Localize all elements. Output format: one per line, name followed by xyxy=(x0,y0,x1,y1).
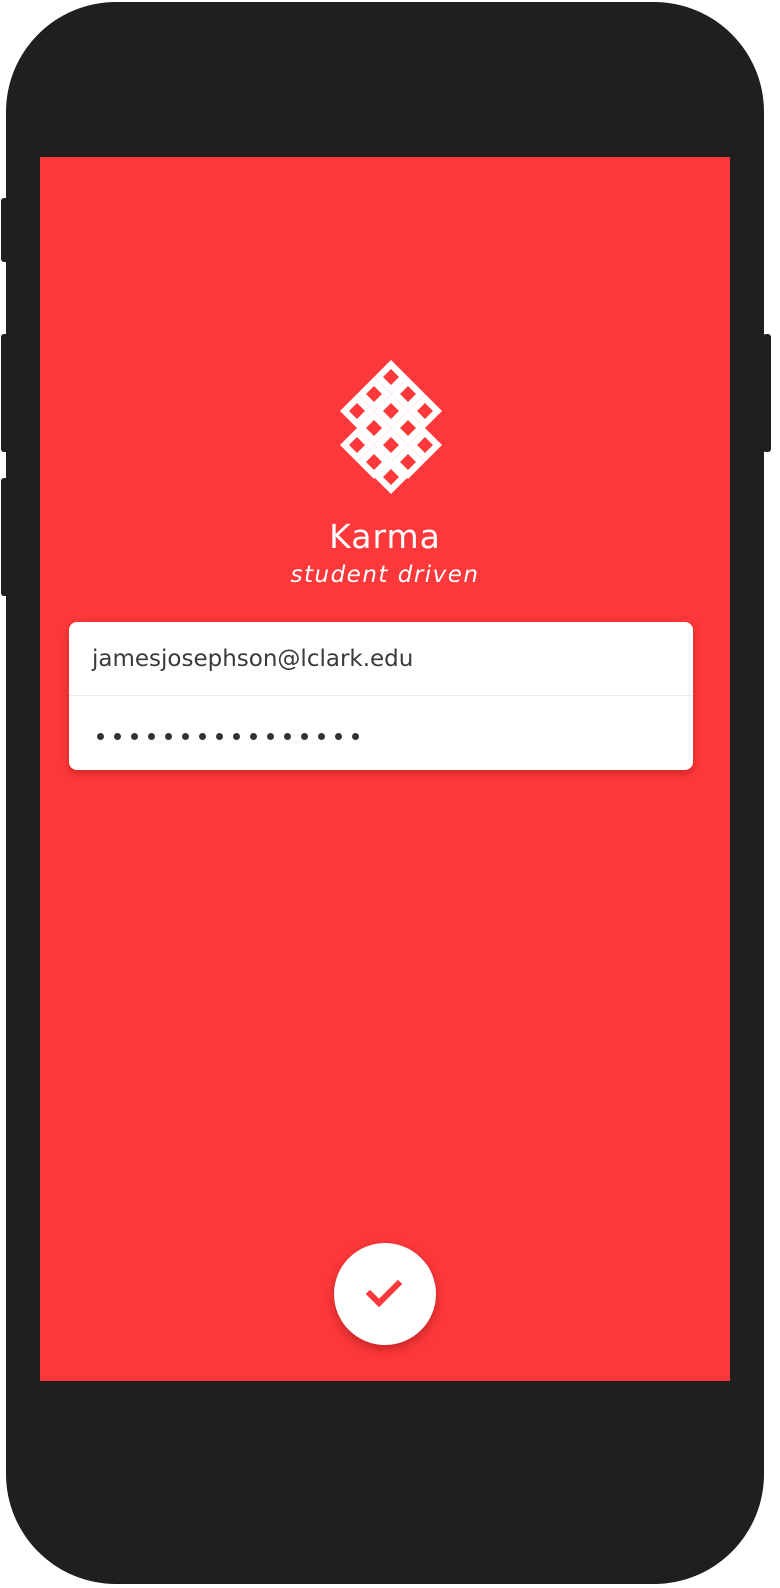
side-button xyxy=(1,334,9,452)
email-field-value: jamesjosephson@lclark.edu xyxy=(92,646,414,672)
password-mask-dot xyxy=(114,733,121,740)
password-mask-dot xyxy=(335,733,342,740)
app-name: Karma xyxy=(329,517,441,556)
checkmark-icon xyxy=(365,1279,403,1308)
password-mask-dot xyxy=(216,733,223,740)
side-button xyxy=(1,198,9,262)
app-tagline: student driven xyxy=(290,562,480,588)
password-mask-dot xyxy=(165,733,172,740)
password-mask-dot xyxy=(352,733,359,740)
password-field[interactable] xyxy=(69,696,693,770)
password-mask xyxy=(92,720,364,746)
email-field[interactable]: jamesjosephson@lclark.edu xyxy=(69,622,693,696)
password-mask-dot xyxy=(182,733,189,740)
password-mask-dot xyxy=(233,733,240,740)
password-mask-dot xyxy=(267,733,274,740)
submit-button[interactable] xyxy=(334,1243,436,1345)
login-screen: Karma student driven jamesjosephson@lcla… xyxy=(40,157,730,1381)
endless-knot-icon xyxy=(340,360,442,494)
password-mask-dot xyxy=(301,733,308,740)
password-mask-dot xyxy=(131,733,138,740)
password-mask-dot xyxy=(97,733,104,740)
password-mask-dot xyxy=(199,733,206,740)
login-form: jamesjosephson@lclark.edu xyxy=(69,622,693,770)
side-button xyxy=(763,334,771,452)
password-mask-dot xyxy=(148,733,155,740)
password-mask-dot xyxy=(284,733,291,740)
password-mask-dot xyxy=(318,733,325,740)
side-button xyxy=(1,478,9,596)
password-mask-dot xyxy=(250,733,257,740)
